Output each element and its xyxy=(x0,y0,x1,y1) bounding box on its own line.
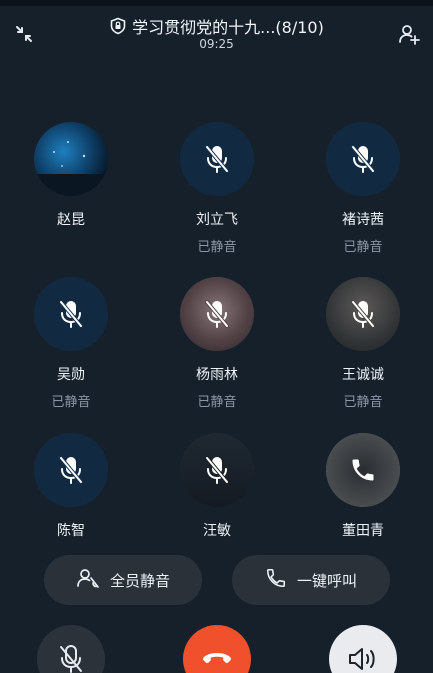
avatar xyxy=(326,433,400,507)
participant-tile[interactable]: 吴勋 已静音 xyxy=(11,277,131,410)
participant-name: 杨雨林 xyxy=(196,367,238,383)
avatar xyxy=(180,433,254,507)
participant-name: 董田青 xyxy=(342,523,384,539)
participant-tile[interactable]: 刘立飞 已静音 xyxy=(157,122,277,255)
participant-tile[interactable]: 汪敏 xyxy=(157,433,277,563)
calling-phone-icon xyxy=(326,433,400,507)
muted-mic-icon xyxy=(180,277,254,351)
participant-status: 已静音 xyxy=(343,395,383,410)
mute-all-label: 全员静音 xyxy=(109,571,170,590)
participant-status xyxy=(11,236,131,252)
phone-icon xyxy=(265,567,287,593)
mute-all-icon xyxy=(76,566,100,594)
participant-name: 陈智 xyxy=(57,523,85,539)
muted-mic-icon xyxy=(60,645,82,673)
participant-name: 刘立飞 xyxy=(196,212,238,228)
call-all-button[interactable]: 一键呼叫 xyxy=(232,555,390,605)
muted-mic-icon xyxy=(180,122,254,196)
participant-name: 褚诗茜 xyxy=(342,212,384,228)
call-header: 学习贯彻党的十九...(8/10) 09:25 xyxy=(0,10,433,54)
speaker-button[interactable] xyxy=(329,625,397,673)
muted-mic-icon xyxy=(34,277,108,351)
participant-status: 已静音 xyxy=(343,240,383,255)
participant-name: 赵昆 xyxy=(57,212,85,228)
avatar xyxy=(34,277,108,351)
avatar xyxy=(180,277,254,351)
muted-mic-icon xyxy=(326,277,400,351)
hang-up-icon xyxy=(203,653,231,664)
participant-tile[interactable]: 赵昆 xyxy=(11,122,131,252)
participant-status: 已静音 xyxy=(197,240,237,255)
status-strip xyxy=(0,0,433,6)
participant-tile[interactable]: 杨雨林 已静音 xyxy=(157,277,277,410)
participant-tile[interactable]: 董田青 xyxy=(303,433,423,563)
participant-tile[interactable]: 陈智 xyxy=(11,433,131,563)
participant-name: 吴勋 xyxy=(57,367,85,383)
call-all-label: 一键呼叫 xyxy=(296,571,357,590)
call-title-area: 学习贯彻党的十九...(8/10) xyxy=(0,14,433,39)
avatar xyxy=(180,122,254,196)
participant-tile[interactable]: 褚诗茜 已静音 xyxy=(303,122,423,255)
participant-status: 已静音 xyxy=(51,395,91,410)
mute-self-button[interactable] xyxy=(37,625,105,673)
muted-mic-icon xyxy=(180,433,254,507)
avatar xyxy=(34,122,108,196)
add-member-icon[interactable] xyxy=(393,18,425,50)
participant-status: 已静音 xyxy=(197,395,237,410)
speaker-icon xyxy=(349,648,375,670)
participant-name: 汪敏 xyxy=(203,523,231,539)
hang-up-button[interactable] xyxy=(183,625,251,673)
muted-mic-icon xyxy=(34,433,108,507)
avatar xyxy=(326,122,400,196)
avatar xyxy=(326,277,400,351)
call-duration: 09:25 xyxy=(199,37,234,51)
avatar xyxy=(34,433,108,507)
participant-name: 王诚诚 xyxy=(342,367,384,383)
mute-all-button[interactable]: 全员静音 xyxy=(44,555,202,605)
participant-tile[interactable]: 王诚诚 已静音 xyxy=(303,277,423,410)
call-title-text: 学习贯彻党的十九...(8/10) xyxy=(132,18,324,37)
shield-lock-icon xyxy=(109,17,127,35)
muted-mic-icon xyxy=(326,122,400,196)
call-title: 学习贯彻党的十九...(8/10) xyxy=(109,14,324,38)
